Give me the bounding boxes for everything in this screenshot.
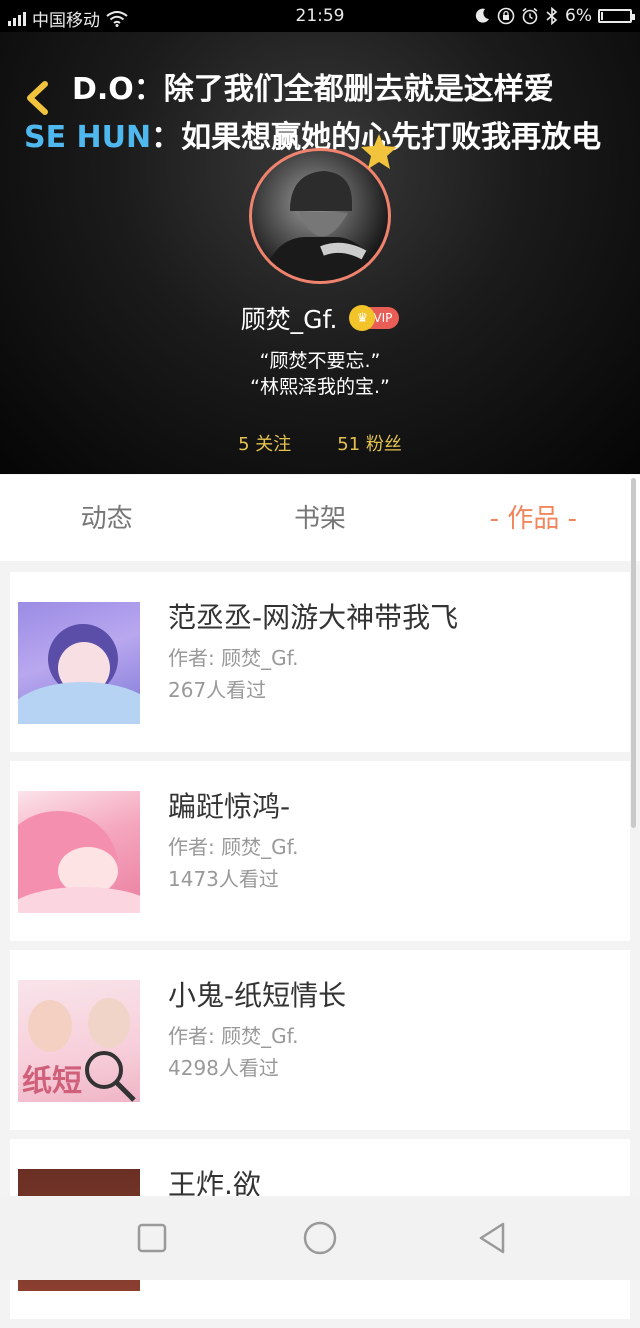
username: 顾焚_Gf. xyxy=(240,305,338,334)
work-views: 267人看过 xyxy=(168,678,267,702)
status-bar: 中国移动 21:59 6% xyxy=(0,0,640,32)
work-title: 小鬼-纸短情长 xyxy=(168,979,347,1012)
work-card[interactable]: 范丞丞-网游大神带我飞 作者: 顾焚_Gf. 267人看过 xyxy=(10,572,630,752)
home-icon[interactable] xyxy=(300,1218,340,1258)
moon-icon xyxy=(475,8,490,23)
profile-tabs: 动态 书架 - 作品 - xyxy=(0,475,640,561)
work-views: 4298人看过 xyxy=(168,1056,279,1080)
battery-percent: 6% xyxy=(565,6,592,26)
back-icon[interactable] xyxy=(472,1218,512,1258)
work-card[interactable]: 纸短 小鬼-纸短情长 作者: 顾焚_Gf. 4298人看过 xyxy=(10,950,630,1130)
tab-works[interactable]: - 作品 - xyxy=(427,475,640,561)
work-views: 1473人看过 xyxy=(168,867,279,891)
work-author: 作者: 顾焚_Gf. xyxy=(168,646,299,670)
battery-icon xyxy=(598,9,635,23)
bio-line-2: “林熙泽我的宝.” xyxy=(250,376,390,398)
cover-title-art: 纸短 xyxy=(22,1064,82,1099)
tab-activity[interactable]: 动态 xyxy=(0,475,213,561)
system-nav-bar xyxy=(0,1196,640,1280)
rotation-lock-icon xyxy=(497,7,515,25)
avatar-container[interactable] xyxy=(249,134,397,284)
work-author: 作者: 顾焚_Gf. xyxy=(168,835,299,859)
followers-count[interactable]: 51 粉丝 xyxy=(337,430,402,456)
banner-line-1: D.O：除了我们全都删去就是这样爱 xyxy=(72,72,554,107)
recent-apps-icon[interactable] xyxy=(132,1218,172,1258)
banner-line-2-label: SE HUN xyxy=(24,120,152,155)
username-row: 顾焚_Gf. ♛ VIP xyxy=(0,300,640,336)
crown-icon: ♛ xyxy=(349,305,376,331)
work-cover-image xyxy=(18,791,140,913)
follow-stats: 5 关注 51 粉丝 xyxy=(0,430,640,456)
following-count[interactable]: 5 关注 xyxy=(238,430,291,456)
profile-header: 中国移动 21:59 6% D.O：除了我们全都删去就是这样爱 SE HUN：如… xyxy=(0,0,640,474)
work-cover-image: 纸短 xyxy=(18,980,140,1102)
star-icon xyxy=(361,134,397,169)
magnifier-icon xyxy=(85,1051,136,1102)
bio-line-1: “顾焚不要忘.” xyxy=(259,350,381,372)
scrollbar[interactable] xyxy=(631,478,636,828)
vip-label: VIP xyxy=(373,311,393,325)
work-title: 范丞丞-网游大神带我飞 xyxy=(168,601,459,634)
work-title: 蹁跹惊鸿- xyxy=(168,790,291,823)
vip-badge: ♛ VIP xyxy=(349,305,400,331)
work-card[interactable]: 蹁跹惊鸿- 作者: 顾焚_Gf. 1473人看过 xyxy=(10,761,630,941)
tab-bookshelf[interactable]: 书架 xyxy=(213,475,426,561)
profile-bio: “顾焚不要忘.” “林熙泽我的宝.” xyxy=(0,348,640,400)
work-cover-image xyxy=(18,602,140,724)
alarm-icon xyxy=(522,7,538,25)
work-author: 作者: 顾焚_Gf. xyxy=(168,1024,299,1048)
bluetooth-icon xyxy=(546,7,558,25)
